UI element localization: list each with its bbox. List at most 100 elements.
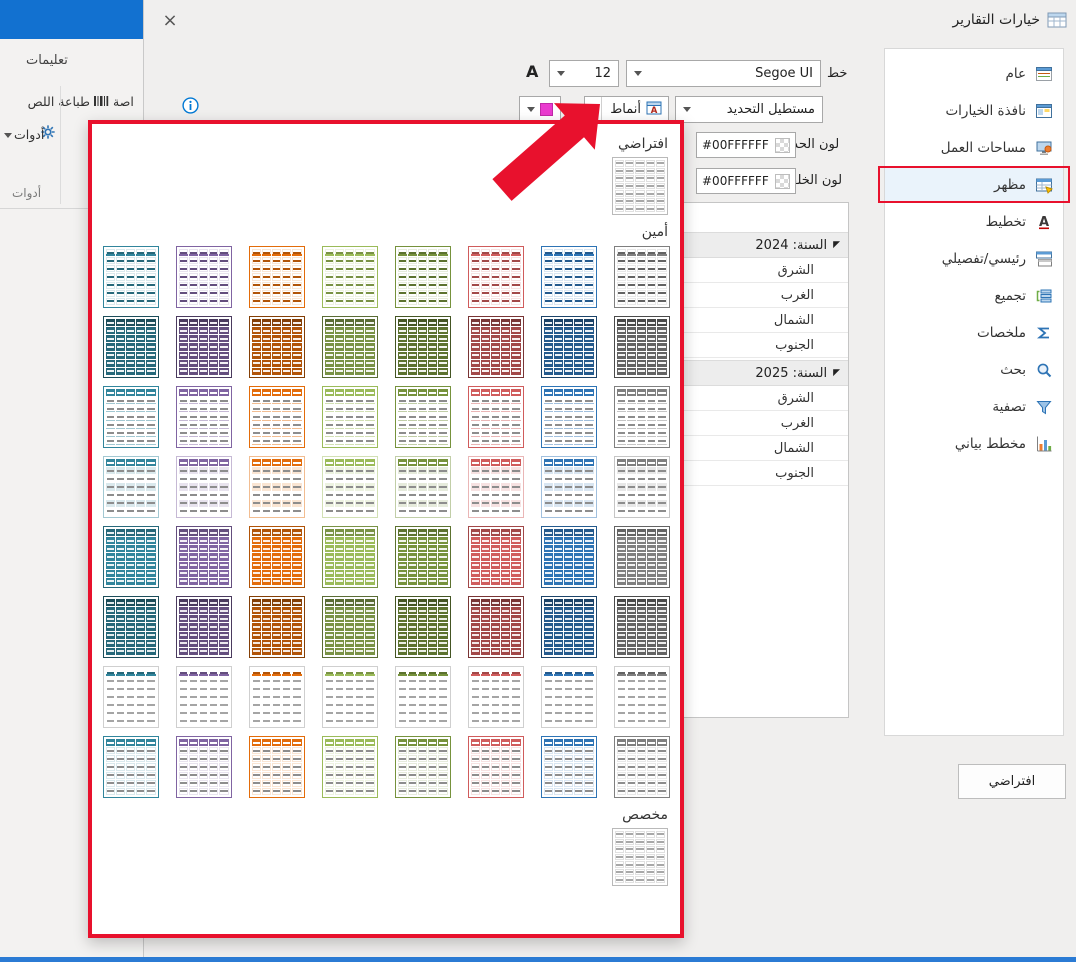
style-thumbnail-dark[interactable] xyxy=(395,316,451,378)
style-thumbnail-minimal[interactable] xyxy=(322,666,378,728)
sidebar-item-label: نافذة الخيارات xyxy=(945,103,1026,119)
highlight-color-button[interactable] xyxy=(519,96,561,123)
style-thumbnail-header[interactable] xyxy=(176,386,232,448)
style-thumbnail-header[interactable] xyxy=(395,386,451,448)
sidebar-item-chart[interactable]: مخطط بياني xyxy=(885,425,1063,462)
style-thumbnail-boxed[interactable] xyxy=(176,736,232,798)
report-options-icon xyxy=(1046,9,1068,35)
style-thumbnail-dark[interactable] xyxy=(468,316,524,378)
style-thumbnail-solid[interactable] xyxy=(249,596,305,658)
expand-icon[interactable]: ◤ xyxy=(833,368,840,378)
style-thumbnail-minimal[interactable] xyxy=(468,666,524,728)
style-thumbnail-boxed[interactable] xyxy=(614,736,670,798)
style-thumbnail-solid[interactable] xyxy=(103,596,159,658)
border-color-input[interactable]: #00FFFFFF xyxy=(696,132,796,158)
style-thumbnail-header[interactable] xyxy=(541,386,597,448)
close-button[interactable]: × xyxy=(158,8,182,32)
style-thumbnail-boxed[interactable] xyxy=(322,736,378,798)
styles-button-main[interactable]: A أنماط xyxy=(602,97,668,122)
expand-icon[interactable]: ◤ xyxy=(833,240,840,250)
style-thumbnail-dark[interactable] xyxy=(249,316,305,378)
background-color-input[interactable]: #00FFFFFF xyxy=(696,168,796,194)
style-thumbnail-minimal[interactable] xyxy=(249,666,305,728)
style-thumbnail-medium[interactable] xyxy=(176,526,232,588)
sidebar-item-label: تصفية xyxy=(992,399,1026,415)
style-thumbnail-medium[interactable] xyxy=(468,526,524,588)
sidebar-item-grouping[interactable]: تجميع xyxy=(885,277,1063,314)
style-thumbnail-dark[interactable] xyxy=(322,316,378,378)
style-thumbnail-solid[interactable] xyxy=(468,596,524,658)
styles-split-button[interactable]: A أنماط xyxy=(584,96,669,123)
style-thumbnail-solid[interactable] xyxy=(541,596,597,658)
sidebar-item-appearance[interactable]: مظهر xyxy=(885,166,1063,203)
default-button[interactable]: افتراضي xyxy=(958,764,1066,799)
font-name-combo[interactable]: Segoe UI xyxy=(626,60,821,87)
style-thumbnail-minimal[interactable] xyxy=(176,666,232,728)
style-thumbnail-boxed[interactable] xyxy=(103,736,159,798)
sidebar-item-search[interactable]: بحث xyxy=(885,351,1063,388)
sidebar-item-general[interactable]: عام xyxy=(885,55,1063,92)
style-thumbnail-banded[interactable] xyxy=(103,456,159,518)
style-thumbnail-banded[interactable] xyxy=(249,456,305,518)
style-thumbnail-light[interactable] xyxy=(103,246,159,308)
style-thumbnail-light[interactable] xyxy=(249,246,305,308)
style-thumbnail-minimal[interactable] xyxy=(395,666,451,728)
style-thumbnail-boxed[interactable] xyxy=(468,736,524,798)
style-thumbnail-boxed[interactable] xyxy=(395,736,451,798)
style-thumbnail-dark[interactable] xyxy=(614,316,670,378)
style-thumbnail-dark[interactable] xyxy=(176,316,232,378)
font-size-combo[interactable]: 12 xyxy=(549,60,619,87)
style-thumbnail-light[interactable] xyxy=(176,246,232,308)
style-thumbnail-banded[interactable] xyxy=(468,456,524,518)
style-thumbnail-light[interactable] xyxy=(468,246,524,308)
style-thumbnail-plain[interactable] xyxy=(612,828,668,886)
style-thumbnail-solid[interactable] xyxy=(176,596,232,658)
style-thumbnail-minimal[interactable] xyxy=(614,666,670,728)
style-thumbnail-medium[interactable] xyxy=(614,526,670,588)
sidebar-item-master-detail[interactable]: رئيسي/تفصيلي xyxy=(885,240,1063,277)
style-thumbnail-header[interactable] xyxy=(249,386,305,448)
sidebar-item-summaries[interactable]: ملخصات xyxy=(885,314,1063,351)
style-thumbnail-banded[interactable] xyxy=(322,456,378,518)
tab-help[interactable]: تعليمات xyxy=(26,53,68,68)
style-thumbnail-header[interactable] xyxy=(103,386,159,448)
sidebar-item-layout[interactable]: A تخطيط xyxy=(885,203,1063,240)
target-element-combo[interactable]: مستطيل التحديد xyxy=(675,96,823,123)
print-label-button[interactable]: طباعة اللص xyxy=(0,94,90,109)
sidebar-item-filter[interactable]: تصفية xyxy=(885,388,1063,425)
sidebar-item-workspaces[interactable]: مساحات العمل xyxy=(885,129,1063,166)
style-thumbnail-medium[interactable] xyxy=(395,526,451,588)
style-thumbnail-minimal[interactable] xyxy=(541,666,597,728)
style-thumbnail-solid[interactable] xyxy=(614,596,670,658)
style-thumbnail-banded[interactable] xyxy=(541,456,597,518)
styles-dropdown-button[interactable] xyxy=(585,97,602,122)
chevron-down-icon[interactable] xyxy=(4,133,12,138)
style-thumbnail-minimal[interactable] xyxy=(103,666,159,728)
style-thumbnail-medium[interactable] xyxy=(541,526,597,588)
style-thumbnail-medium[interactable] xyxy=(249,526,305,588)
style-thumbnail-banded[interactable] xyxy=(395,456,451,518)
style-thumbnail-header[interactable] xyxy=(468,386,524,448)
style-thumbnail-dark[interactable] xyxy=(103,316,159,378)
style-thumbnail-header[interactable] xyxy=(614,386,670,448)
sidebar-item-options-window[interactable]: نافذة الخيارات xyxy=(885,92,1063,129)
style-thumbnail-medium[interactable] xyxy=(103,526,159,588)
style-thumbnail-light[interactable] xyxy=(322,246,378,308)
style-thumbnail-solid[interactable] xyxy=(395,596,451,658)
style-thumbnail-boxed[interactable] xyxy=(249,736,305,798)
style-thumbnail-header[interactable] xyxy=(322,386,378,448)
style-thumbnail-boxed[interactable] xyxy=(541,736,597,798)
style-thumbnail-light[interactable] xyxy=(395,246,451,308)
style-thumbnail-light[interactable] xyxy=(614,246,670,308)
info-icon[interactable] xyxy=(182,97,199,118)
style-thumbnail-light[interactable] xyxy=(541,246,597,308)
style-thumbnail-banded[interactable] xyxy=(614,456,670,518)
style-thumbnail-medium[interactable] xyxy=(322,526,378,588)
style-thumbnail-plain[interactable] xyxy=(612,157,668,215)
file-tab[interactable] xyxy=(0,0,143,39)
tools-button[interactable]: أدوات xyxy=(14,127,44,142)
styles-button-label: أنماط xyxy=(610,102,641,117)
style-thumbnail-solid[interactable] xyxy=(322,596,378,658)
style-thumbnail-dark[interactable] xyxy=(541,316,597,378)
style-thumbnail-banded[interactable] xyxy=(176,456,232,518)
